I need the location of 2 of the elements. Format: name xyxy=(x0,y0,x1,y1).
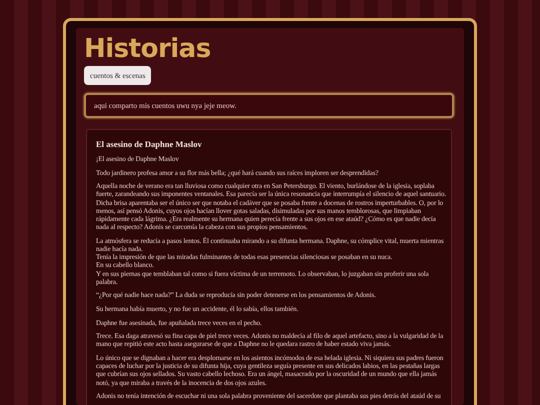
story-title: El asesino de Daphne Maslov xyxy=(96,139,203,149)
site-title: Historias xyxy=(84,33,211,66)
